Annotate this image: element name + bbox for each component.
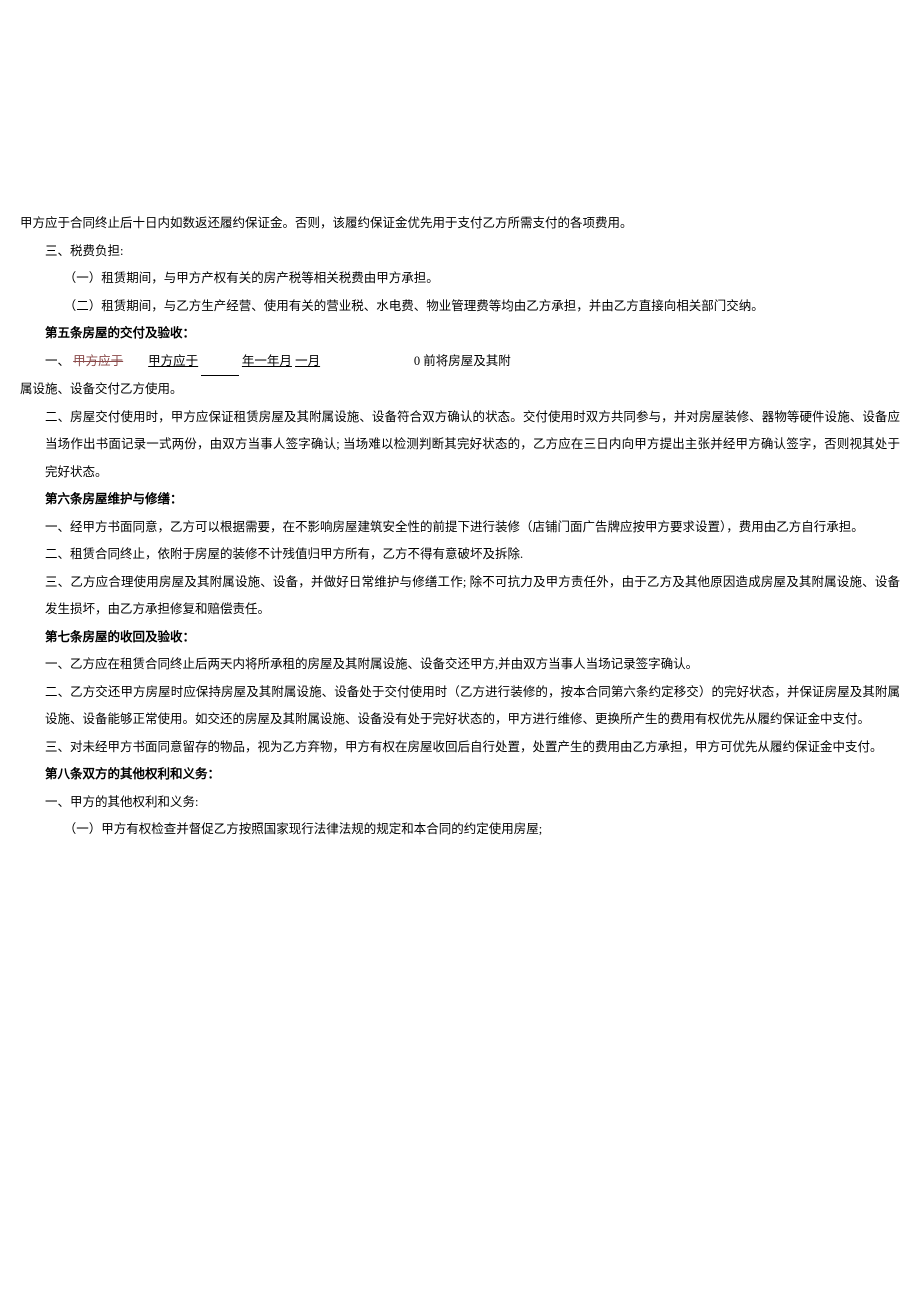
underlined-text-3: 一月 xyxy=(295,354,320,368)
item-prefix: 一、 xyxy=(45,354,70,368)
article-5-heading: 第五条房屋的交付及验收： xyxy=(20,320,900,348)
article-5-item-2: 二、房屋交付使用时，甲方应保证租赁房屋及其附属设施、设备符合双方确认的状态。交付… xyxy=(20,404,900,487)
article-8-item-1: 一、甲方的其他权利和义务: xyxy=(20,789,900,817)
tax-item-1: （一）租赁期间，与甲方产权有关的房产税等相关税费由甲方承担。 xyxy=(20,265,900,293)
struck-text-1: 甲方应于 xyxy=(73,354,123,368)
tax-item-2: （二）租赁期间，与乙方生产经营、使用有关的营业税、水电费、物业管理费等均由乙方承… xyxy=(20,293,900,321)
article-5-item-1: 一、 甲方应于 甲方应于 年一年月 一月 0 前将房屋及其附 xyxy=(20,348,900,377)
article-7-item-3: 三、对未经甲方书面同意留存的物品，视为乙方弃物，甲方有权在房屋收回后自行处置，处… xyxy=(20,734,900,762)
spacer xyxy=(126,354,145,368)
article-6-heading: 第六条房屋维护与修缮： xyxy=(20,486,900,514)
article-6-item-3: 三、乙方应合理使用房屋及其附属设施、设备，并做好日常维护与修缮工作; 除不可抗力… xyxy=(20,569,900,624)
paragraph-deposit-return: 甲方应于合同终止后十日内如数返还履约保证金。否则，该履约保证金优先用于支付乙方所… xyxy=(20,210,900,238)
article-6-item-2: 二、租赁合同终止，依附于房屋的装修不计残值归甲方所有，乙方不得有意破坏及拆除. xyxy=(20,541,900,569)
article-7-heading: 第七条房屋的收回及验收： xyxy=(20,624,900,652)
article-6-item-1: 一、经甲方书面同意，乙方可以根据需要，在不影响房屋建筑安全性的前提下进行装修（店… xyxy=(20,514,900,542)
trailing-text: 0 前将房屋及其附 xyxy=(414,354,511,368)
article-8-subitem-1: （一）甲方有权检查并督促乙方按照国家现行法律法规的规定和本合同的约定使用房屋; xyxy=(20,816,900,844)
article-7-item-1: 一、乙方应在租赁合同终止后两天内将所承租的房屋及其附属设施、设备交还甲方,并由双… xyxy=(20,651,900,679)
article-7-item-2: 二、乙方交还甲方房屋时应保持房屋及其附属设施、设备处于交付使用时（乙方进行装修的… xyxy=(20,679,900,734)
underlined-text-1: 甲方应于 xyxy=(148,354,198,368)
article-5-item-1-cont: 属设施、设备交付乙方使用。 xyxy=(20,376,900,404)
spacer-2 xyxy=(323,354,411,368)
blank-field-1 xyxy=(201,348,239,377)
underlined-text-2: 年一年月 xyxy=(242,354,292,368)
section-tax-heading: 三、税费负担: xyxy=(20,238,900,266)
article-8-heading: 第八条双方的其他权利和义务： xyxy=(20,761,900,789)
